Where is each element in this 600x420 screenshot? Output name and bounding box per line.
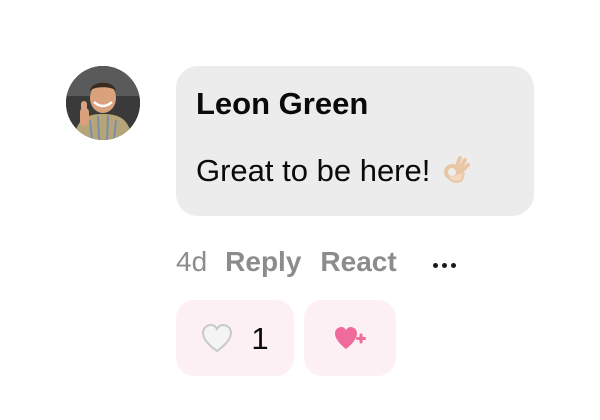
comment-bubble: Leon Green Great to be here! [176, 66, 534, 216]
comment-author[interactable]: Leon Green [196, 88, 368, 119]
comment-text: Great to be here! [196, 154, 472, 186]
avatar-photo [66, 66, 140, 140]
white-heart-icon [202, 323, 233, 353]
comment-age: 4d [176, 246, 208, 277]
comment-meta-row: 4d Reply React [176, 248, 456, 276]
heart-reaction-button[interactable]: 1 [176, 300, 294, 376]
react-button[interactable]: React [320, 248, 396, 276]
comment-text-content: Great to be here! [196, 152, 431, 188]
heart-plus-icon [335, 327, 366, 349]
more-dots-icon[interactable] [432, 257, 456, 268]
reply-button[interactable]: Reply [225, 248, 301, 276]
add-reaction-button[interactable] [304, 300, 396, 376]
avatar[interactable] [66, 66, 140, 140]
heart-reaction-count: 1 [251, 320, 269, 356]
ok-hand-icon [440, 154, 472, 186]
